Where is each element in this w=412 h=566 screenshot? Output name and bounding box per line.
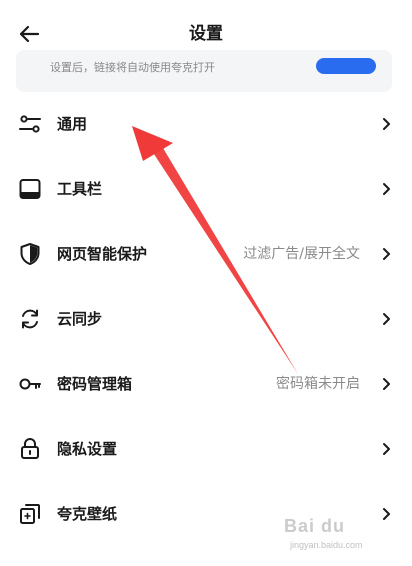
settings-item-label: 网页智能保护 [57,245,148,263]
watermark-brand: Bai du [284,516,346,536]
settings-item-general[interactable]: 通用 [0,92,412,157]
chevron-right-icon [383,313,390,325]
chevron-right-icon [383,118,390,130]
sliders-icon [19,115,41,133]
settings-item-label: 隐私设置 [57,440,118,458]
watermark-domain: jingyan.baidu.com [290,540,363,550]
shield-icon [20,243,40,265]
settings-item-web-protection[interactable]: 网页智能保护 过滤广告/展开全文 [0,222,412,287]
settings-item-cloud-sync[interactable]: 云同步 [0,287,412,352]
page-title: 设置 [189,24,223,44]
watermark: Bai du jingyan.baidu.com [284,514,394,554]
wallpaper-icon [20,504,40,524]
toolbar-icon [19,179,41,199]
settings-item-label: 通用 [57,115,88,133]
lock-icon [21,438,39,459]
chevron-right-icon [383,443,390,455]
settings-item-toolbar[interactable]: 工具栏 [0,157,412,222]
settings-item-value: 过滤广告/展开全文 [243,246,360,262]
settings-item-label: 工具栏 [57,180,103,198]
settings-item-label: 夸克壁纸 [57,505,118,523]
notice-action-button[interactable] [316,58,376,74]
notice-text: 设置后，链接将自动使用夸克打开 [50,61,215,74]
settings-item-privacy[interactable]: 隐私设置 [0,417,412,482]
chevron-right-icon [383,183,390,195]
chevron-right-icon [383,378,390,390]
key-icon [19,378,41,390]
settings-item-value: 密码箱未开启 [276,376,360,392]
settings-item-label: 云同步 [57,310,103,328]
sync-icon [22,309,38,329]
settings-item-label: 密码管理箱 [57,375,133,393]
chevron-right-icon [383,248,390,260]
default-browser-notice: 设置后，链接将自动使用夸克打开 [16,50,392,92]
settings-item-password-manager[interactable]: 密码管理箱 密码箱未开启 [0,352,412,417]
settings-list: 通用 工具栏 网页智能保护 过滤广告/展开全文 云同步 密码管理箱 密码箱未开启… [0,92,412,547]
